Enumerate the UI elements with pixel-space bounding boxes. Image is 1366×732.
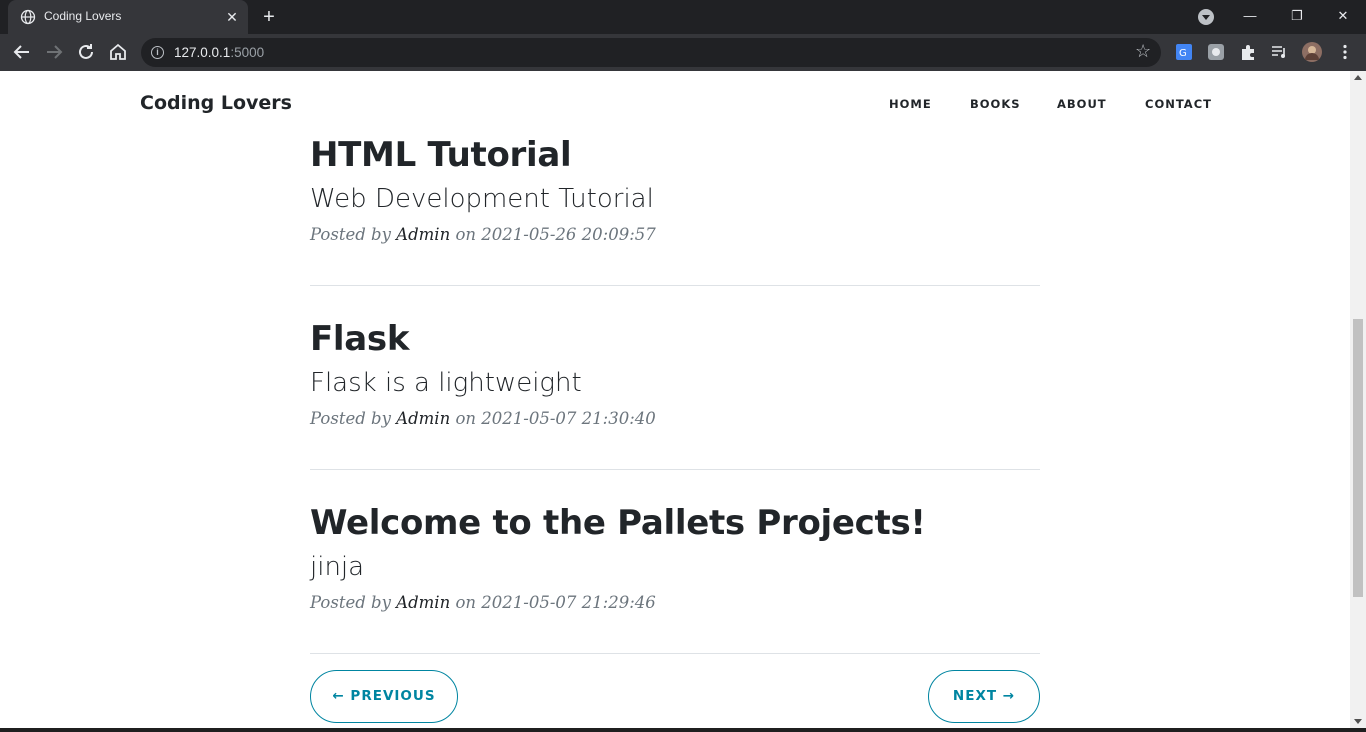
nav-books[interactable]: BOOKS (970, 97, 1021, 111)
tab-search-icon[interactable] (1198, 9, 1214, 25)
media-queue-icon[interactable] (1270, 43, 1288, 61)
post-meta: Posted by Admin on 2021-05-07 21:30:40 (310, 409, 656, 428)
nav-contact[interactable]: CONTACT (1145, 97, 1212, 111)
post-date: 2021-05-26 20:09:57 (481, 225, 656, 244)
divider (310, 285, 1040, 286)
new-tab-button[interactable]: + (258, 6, 280, 28)
menu-dots-icon[interactable] (1336, 43, 1354, 61)
post-author[interactable]: Admin (396, 409, 450, 428)
puzzle-icon[interactable] (1239, 43, 1257, 61)
post-title[interactable]: Flask (310, 317, 1040, 361)
forward-arrow-icon[interactable] (42, 40, 66, 64)
bookmark-star-icon[interactable]: ☆ (1135, 41, 1151, 62)
tab-close-icon[interactable]: ✕ (224, 9, 240, 25)
tab-strip: Coding Lovers ✕ + — ❐ ✕ (0, 0, 1366, 34)
previous-button[interactable]: ← PREVIOUS (310, 670, 458, 723)
extension-icon[interactable] (1207, 43, 1225, 61)
nav-home[interactable]: HOME (889, 97, 932, 111)
url-text[interactable]: 127.0.0.1:5000 (174, 45, 264, 60)
svg-text:G: G (1179, 48, 1187, 59)
translate-extension-icon[interactable]: G (1175, 43, 1193, 61)
info-icon[interactable]: i (151, 46, 164, 59)
post-meta: Posted by Admin on 2021-05-07 21:29:46 (310, 593, 656, 612)
post-author[interactable]: Admin (396, 593, 450, 612)
address-bar[interactable]: i 127.0.0.1:5000 ☆ (141, 38, 1161, 67)
scroll-up-arrow-icon[interactable] (1354, 75, 1362, 80)
post-date: 2021-05-07 21:29:46 (481, 593, 656, 612)
nav-about[interactable]: ABOUT (1057, 97, 1107, 111)
browser-toolbar: i 127.0.0.1:5000 ☆ G (0, 34, 1366, 71)
next-button[interactable]: NEXT → (928, 670, 1040, 723)
scroll-thumb[interactable] (1353, 319, 1363, 597)
home-icon[interactable] (106, 40, 130, 64)
minimize-button[interactable]: — (1238, 5, 1262, 27)
post-subtitle[interactable]: jinja (310, 549, 1040, 585)
post-meta: Posted by Admin on 2021-05-26 20:09:57 (310, 225, 656, 244)
browser-tab[interactable]: Coding Lovers ✕ (8, 0, 248, 34)
post-author[interactable]: Admin (396, 225, 450, 244)
taskbar-edge (0, 728, 1366, 732)
avatar[interactable] (1302, 42, 1322, 62)
divider (310, 653, 1040, 654)
post-preview[interactable]: HTML Tutorial Web Development Tutorial P… (310, 133, 1040, 246)
divider (310, 469, 1040, 470)
tab-title: Coding Lovers (44, 9, 122, 23)
window-close-button[interactable]: ✕ (1331, 5, 1355, 27)
reload-icon[interactable] (74, 40, 98, 64)
scroll-down-arrow-icon[interactable] (1354, 719, 1362, 724)
site-brand[interactable]: Coding Lovers (140, 92, 292, 114)
page-viewport: Coding Lovers HOME BOOKS ABOUT CONTACT H… (0, 71, 1350, 732)
post-title[interactable]: HTML Tutorial (310, 133, 1040, 177)
globe-icon (20, 9, 36, 25)
post-date: 2021-05-07 21:30:40 (481, 409, 656, 428)
restore-button[interactable]: ❐ (1285, 5, 1309, 27)
post-title[interactable]: Welcome to the Pallets Projects! (310, 501, 1040, 545)
post-subtitle[interactable]: Flask is a lightweight (310, 365, 1040, 401)
post-subtitle[interactable]: Web Development Tutorial (310, 181, 1040, 217)
back-arrow-icon[interactable] (10, 40, 34, 64)
page-scrollbar[interactable] (1350, 71, 1366, 732)
post-preview[interactable]: Welcome to the Pallets Projects! jinja P… (310, 501, 1040, 614)
post-preview[interactable]: Flask Flask is a lightweight Posted by A… (310, 317, 1040, 430)
